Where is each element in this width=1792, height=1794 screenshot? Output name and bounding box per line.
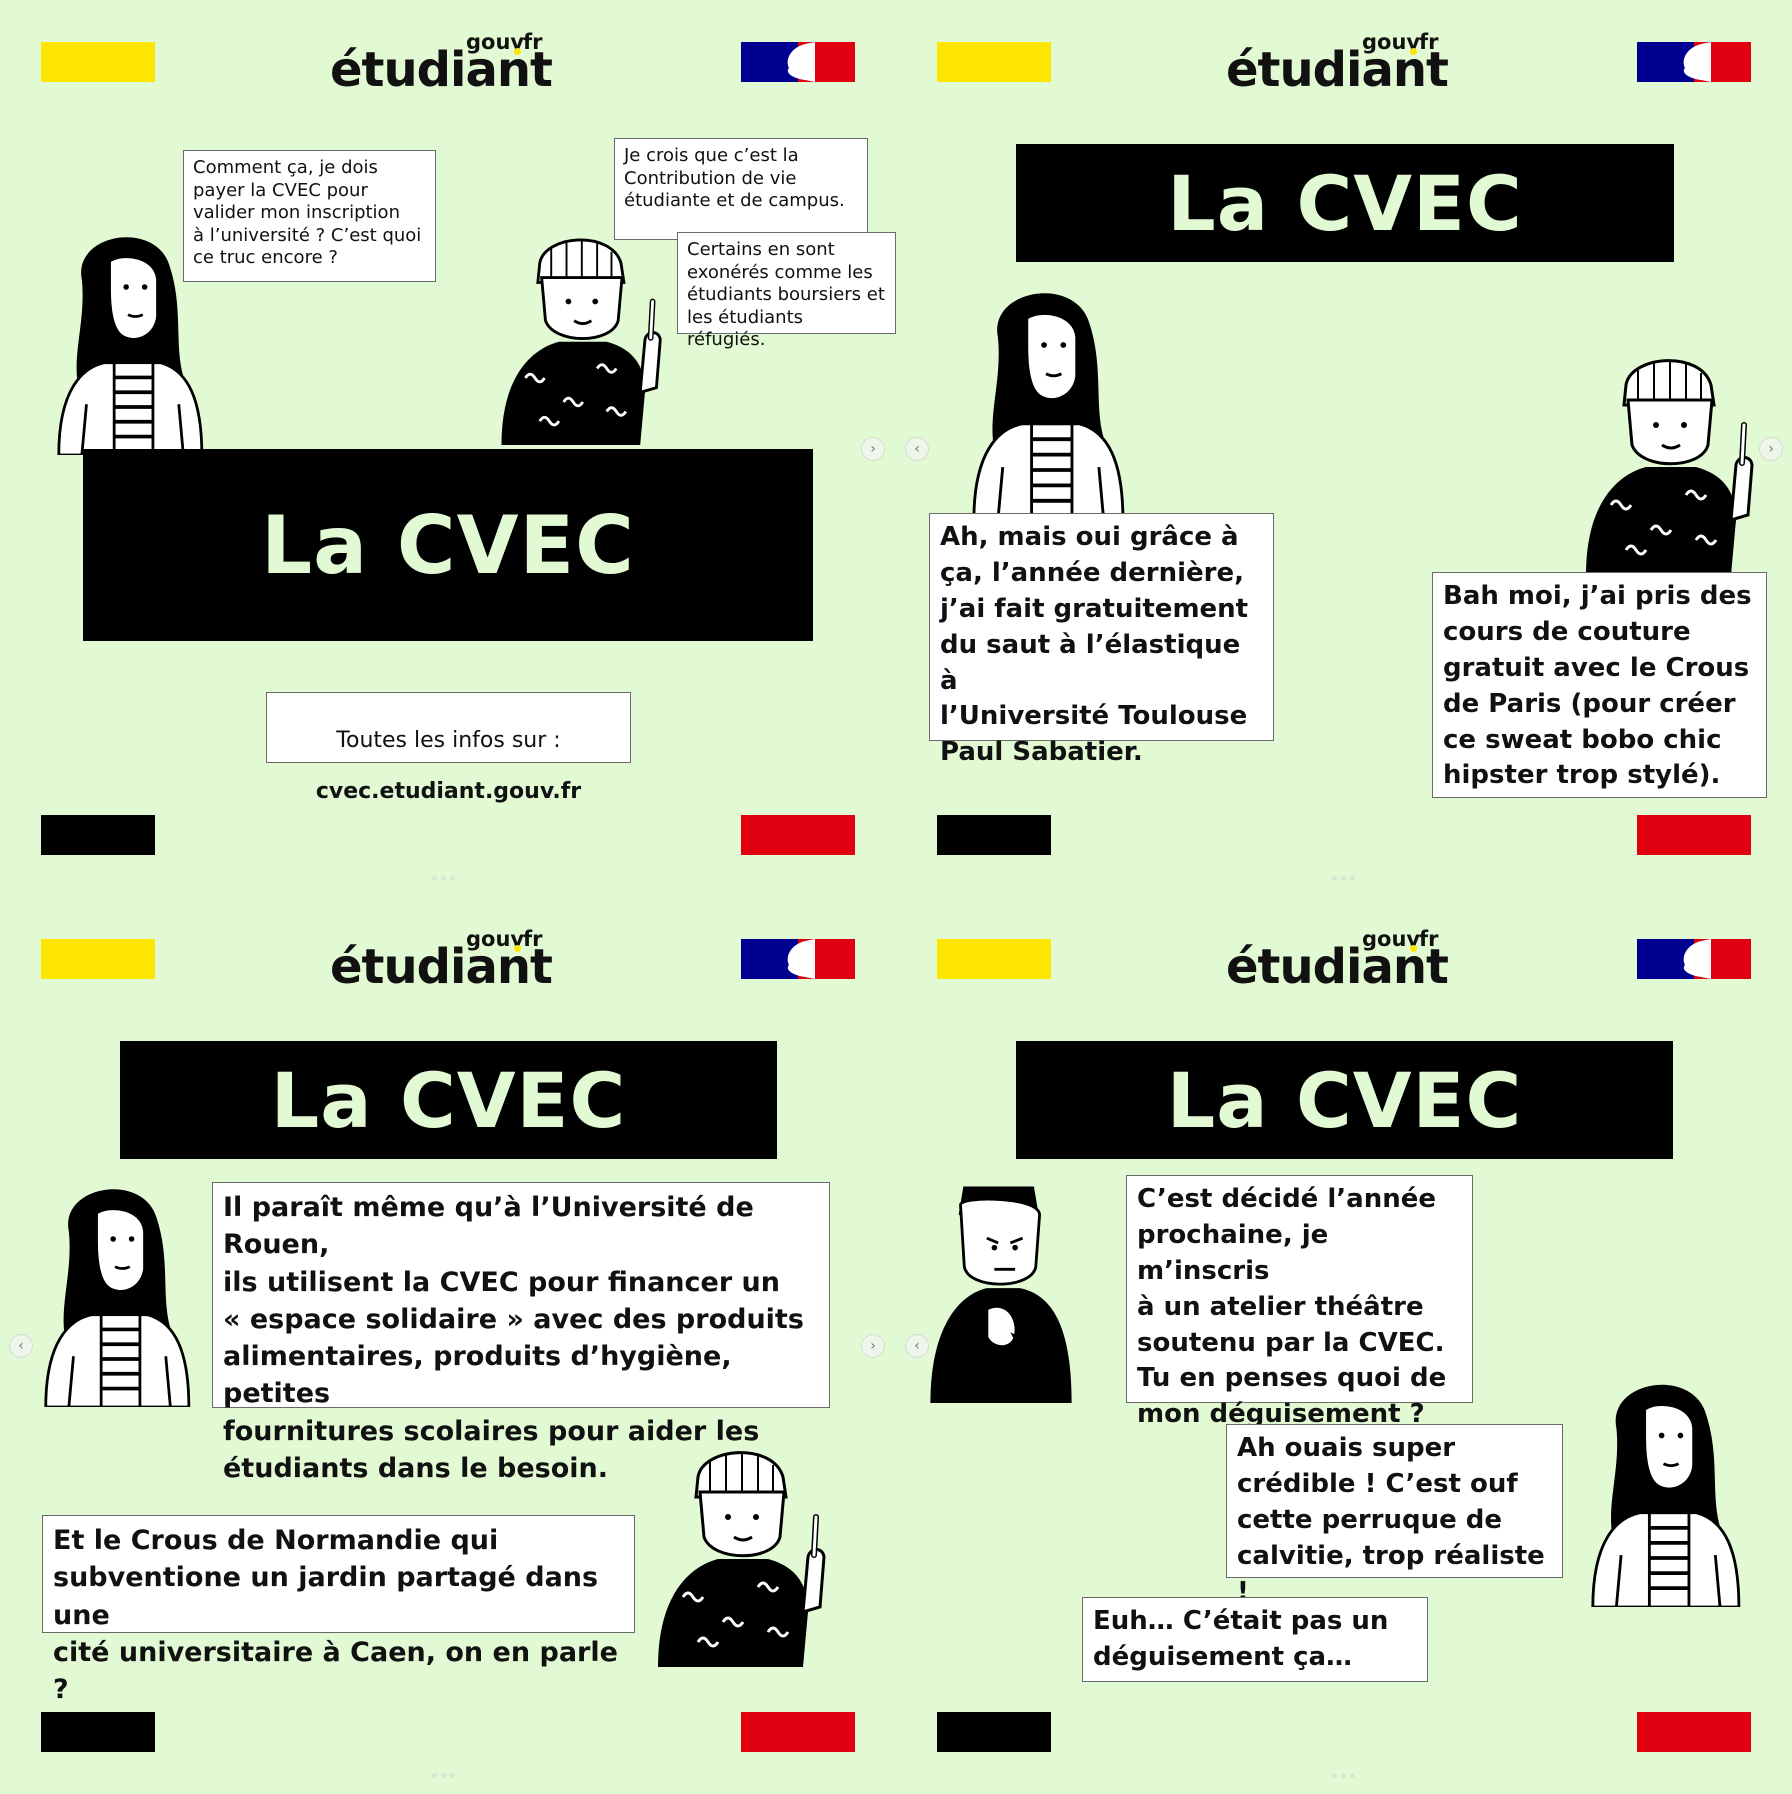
page-title: La CVEC bbox=[1016, 144, 1674, 262]
speech-bubble-boy: Et le Crous de Normandie qui subventione… bbox=[42, 1515, 635, 1705]
carousel-dots bbox=[1332, 876, 1360, 882]
girl-character-illustration bbox=[1576, 1362, 1751, 1607]
speech-bubble-boy: Bah moi, j’ai pris des cours de couture … bbox=[1432, 572, 1767, 798]
french-republic-flag-icon bbox=[741, 939, 855, 979]
etudiant-gouv-logo: étudiant gouv fr bbox=[330, 28, 570, 98]
speech-bubble-girl: Il paraît même qu’à l’Université de Roue… bbox=[212, 1182, 830, 1484]
carousel-next-button[interactable]: › bbox=[861, 437, 885, 461]
red-corner-block bbox=[741, 1712, 855, 1752]
logo-dot bbox=[1410, 945, 1417, 952]
carousel-slide-3: étudiant gouv fr La CVEC Il paraît même … bbox=[0, 897, 896, 1794]
red-corner-block bbox=[1637, 1712, 1751, 1752]
logo-dot bbox=[1410, 48, 1417, 55]
etudiant-gouv-logo: étudiant gouv fr bbox=[330, 925, 570, 995]
carousel-slide-1: étudiant gouv fr Comment ça, je dois pay… bbox=[0, 0, 896, 897]
etudiant-gouv-logo: étudiant gouv fr bbox=[1226, 28, 1466, 98]
yellow-corner-block bbox=[41, 42, 155, 82]
red-corner-block bbox=[1637, 815, 1751, 855]
page-title: La CVEC bbox=[83, 449, 813, 641]
carousel-dots bbox=[432, 1773, 460, 1779]
logo-fr: fr bbox=[523, 30, 543, 54]
speech-bubble-boy-1: Je crois que c’est la Contribution de vi… bbox=[614, 138, 868, 240]
french-republic-flag-icon bbox=[741, 42, 855, 82]
carousel-next-button[interactable]: › bbox=[861, 1334, 885, 1358]
black-corner-block bbox=[937, 815, 1051, 855]
speech-bubble-bald-reply: Euh… C’était pas un déguisement ça… bbox=[1082, 1597, 1428, 1682]
etudiant-gouv-logo: étudiant gouv fr bbox=[1226, 925, 1466, 995]
black-corner-block bbox=[937, 1712, 1051, 1752]
carousel-slide-4: étudiant gouv fr La CVEC C’est décidé l’… bbox=[896, 897, 1792, 1794]
carousel-slide-2: étudiant gouv fr La CVEC Ah, mais oui gr… bbox=[896, 0, 1792, 897]
page-title: La CVEC bbox=[120, 1041, 777, 1159]
black-corner-block bbox=[41, 1712, 155, 1752]
yellow-corner-block bbox=[937, 939, 1051, 979]
french-republic-flag-icon bbox=[1637, 42, 1751, 82]
girl-character-illustration bbox=[30, 1167, 200, 1407]
speech-bubble-girl: Ah, mais oui grâce à ça, l’année dernièr… bbox=[929, 513, 1274, 767]
bald-character-illustration bbox=[921, 1175, 1081, 1405]
boy-character-illustration bbox=[478, 225, 678, 445]
info-link[interactable]: cvec.etudiant.gouv.fr bbox=[273, 779, 624, 804]
logo-dot bbox=[514, 945, 521, 952]
speech-bubble-girl: Comment ça, je dois payer la CVEC pour v… bbox=[183, 150, 436, 282]
boy-character-illustration bbox=[638, 1437, 838, 1667]
carousel-next-button[interactable]: › bbox=[1759, 437, 1783, 461]
girl-character-illustration bbox=[956, 270, 1136, 520]
speech-bubble-girl: Ah ouais super crédible ! C’est ouf cett… bbox=[1226, 1424, 1563, 1607]
speech-bubble-boy-2: Certains en sont exonérés comme les étud… bbox=[677, 232, 896, 350]
carousel-prev-button[interactable]: ‹ bbox=[905, 1334, 929, 1358]
yellow-corner-block bbox=[937, 42, 1051, 82]
logo-fr: fr bbox=[1419, 927, 1439, 951]
speech-bubble-bald: C’est décidé l’année prochaine, je m’ins… bbox=[1126, 1175, 1473, 1429]
logo-fr: fr bbox=[1419, 30, 1439, 54]
carousel-dots bbox=[1332, 1773, 1360, 1779]
black-corner-block bbox=[41, 815, 155, 855]
page-title: La CVEC bbox=[1016, 1041, 1673, 1159]
carousel-dots bbox=[432, 876, 460, 882]
info-label: Toutes les infos sur : bbox=[336, 728, 561, 754]
french-republic-flag-icon bbox=[1637, 939, 1751, 979]
carousel-prev-button[interactable]: ‹ bbox=[9, 1334, 33, 1358]
red-corner-block bbox=[741, 815, 855, 855]
carousel-prev-button[interactable]: ‹ bbox=[905, 437, 929, 461]
yellow-corner-block bbox=[41, 939, 155, 979]
info-box: Toutes les infos sur : cvec.etudiant.gou… bbox=[266, 692, 631, 804]
boy-character-illustration bbox=[1566, 340, 1766, 580]
logo-fr: fr bbox=[523, 927, 543, 951]
logo-dot bbox=[514, 48, 521, 55]
